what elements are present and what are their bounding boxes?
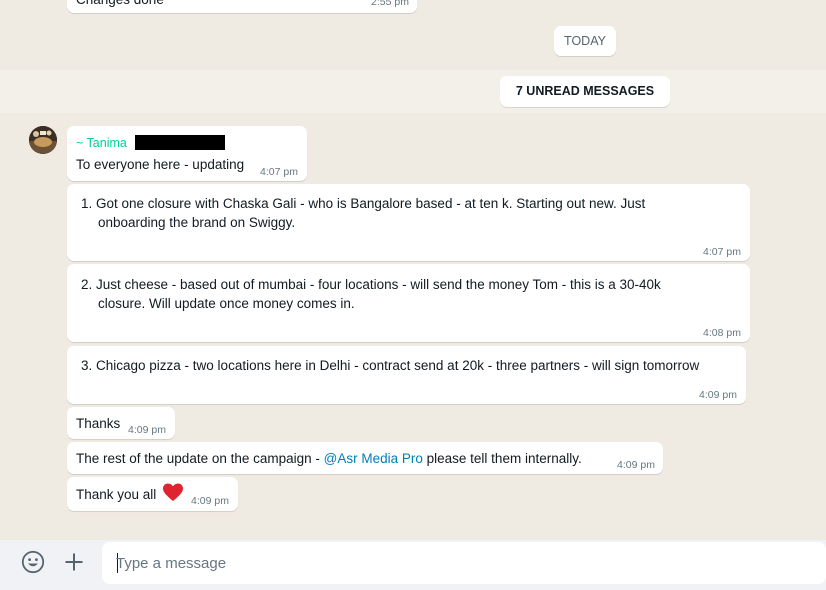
message-text: Changes done xyxy=(76,0,164,9)
message-bubble[interactable]: 1. Got one closure with Chaska Gali - wh… xyxy=(67,184,750,261)
sender-phone-redacted xyxy=(135,135,225,150)
message-bubble[interactable]: 2. Just cheese - based out of mumbai - f… xyxy=(67,264,750,342)
message-text: 3. Chicago pizza - two locations here in… xyxy=(81,358,700,373)
unread-divider: 7 UNREAD MESSAGES xyxy=(500,76,670,107)
message-text-line: 1. Got one closure with Chaska Gali - wh… xyxy=(81,196,646,211)
message-text-line: onboarding the brand on Swiggy. xyxy=(98,215,296,230)
message-time: 4:09 pm xyxy=(617,459,655,471)
message-time: 4:07 pm xyxy=(703,246,741,258)
emoji-icon[interactable] xyxy=(21,550,45,574)
message-text: Thanks xyxy=(76,416,121,431)
mention-link[interactable]: @Asr Media Pro xyxy=(324,451,423,466)
unread-divider-label: 7 UNREAD MESSAGES xyxy=(515,84,655,98)
message-text: To everyone here - updating xyxy=(76,157,245,172)
message-bubble[interactable]: ~ Tanima To everyone here - updating 4:0… xyxy=(67,126,307,181)
message-text-line: 2. Just cheese - based out of mumbai - f… xyxy=(81,277,661,292)
message-time: 4:08 pm xyxy=(703,327,741,339)
message-time: 4:09 pm xyxy=(128,424,166,436)
chat-pane: Changes done 2:55 pm TODAY 7 UNREAD MESS… xyxy=(0,0,826,540)
avatar[interactable] xyxy=(29,126,57,154)
message-input-box[interactable] xyxy=(102,542,826,584)
message-time: 4:07 pm xyxy=(260,166,298,178)
plus-icon[interactable] xyxy=(64,552,84,572)
message-text-part: The rest of the update on the campaign - xyxy=(76,451,324,466)
message-bubble[interactable]: Thanks 4:09 pm xyxy=(67,407,175,439)
message-text: Thank you all xyxy=(76,487,157,502)
message-text-part: please tell them internally. xyxy=(422,451,582,466)
unread-divider-band xyxy=(0,70,826,113)
message-time: 4:09 pm xyxy=(191,495,229,507)
date-divider-label: TODAY xyxy=(564,34,606,48)
message-bubble-previous[interactable]: Changes done 2:55 pm xyxy=(67,0,417,13)
message-input[interactable] xyxy=(116,550,806,576)
message-text: The rest of the update on the campaign -… xyxy=(76,449,582,468)
date-divider: TODAY xyxy=(554,26,616,56)
message-time: 2:55 pm xyxy=(371,0,409,8)
heart-emoji-icon xyxy=(163,483,183,505)
message-bubble[interactable]: 3. Chicago pizza - two locations here in… xyxy=(67,346,746,404)
message-bubble[interactable]: The rest of the update on the campaign -… xyxy=(67,442,663,474)
sender-name[interactable]: ~ Tanima xyxy=(76,136,127,150)
message-time: 4:09 pm xyxy=(699,389,737,401)
message-bubble[interactable]: Thank you all 4:09 pm xyxy=(67,477,238,511)
message-text-line: closure. Will update once money comes in… xyxy=(98,296,355,311)
